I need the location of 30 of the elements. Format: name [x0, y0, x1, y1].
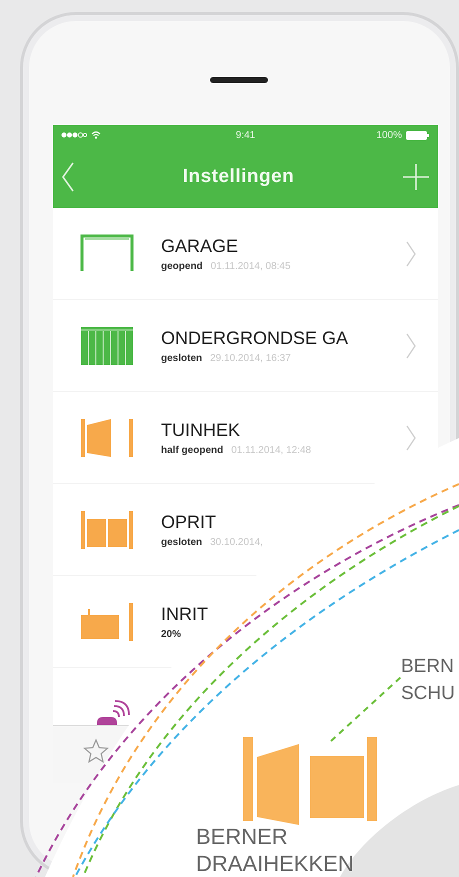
- wifi-icon: [91, 131, 101, 139]
- battery-percent: 100%: [376, 130, 402, 140]
- chevron-right-icon: [406, 332, 416, 358]
- status-time: 9:41: [236, 130, 256, 140]
- product-label: BERNER: [196, 823, 289, 850]
- swing-gate-icon: [243, 737, 377, 825]
- device-name: INRIT: [161, 604, 209, 624]
- add-button[interactable]: [402, 162, 430, 190]
- device-status: 20%: [161, 628, 182, 640]
- plus-icon: [402, 162, 430, 190]
- speaker-slot: [210, 77, 268, 83]
- device-status: gesloten: [161, 536, 202, 548]
- chevron-right-icon: [406, 424, 416, 450]
- product-label: BERN: [401, 655, 455, 679]
- device-name: TUINHEK: [161, 420, 242, 440]
- star-icon[interactable]: [83, 738, 109, 764]
- device-name: GARAGE: [161, 236, 240, 256]
- device-status: gesloten: [161, 352, 202, 364]
- device-name: ONDERGRONDSE GA: [161, 328, 350, 348]
- chevron-left-icon: [61, 162, 75, 192]
- chevron-right-icon: [406, 240, 416, 266]
- product-label: DRAAIHEKKEN: [196, 850, 354, 877]
- screen-title: Instellingen: [182, 166, 294, 188]
- device-name: OPRIT: [161, 512, 218, 532]
- product-label: SCHU: [401, 682, 455, 706]
- battery-icon: [406, 130, 430, 140]
- device-status: geopend: [161, 260, 203, 272]
- back-button[interactable]: [61, 162, 75, 192]
- signal-icon: [61, 132, 87, 138]
- device-status: half geopend: [161, 444, 224, 456]
